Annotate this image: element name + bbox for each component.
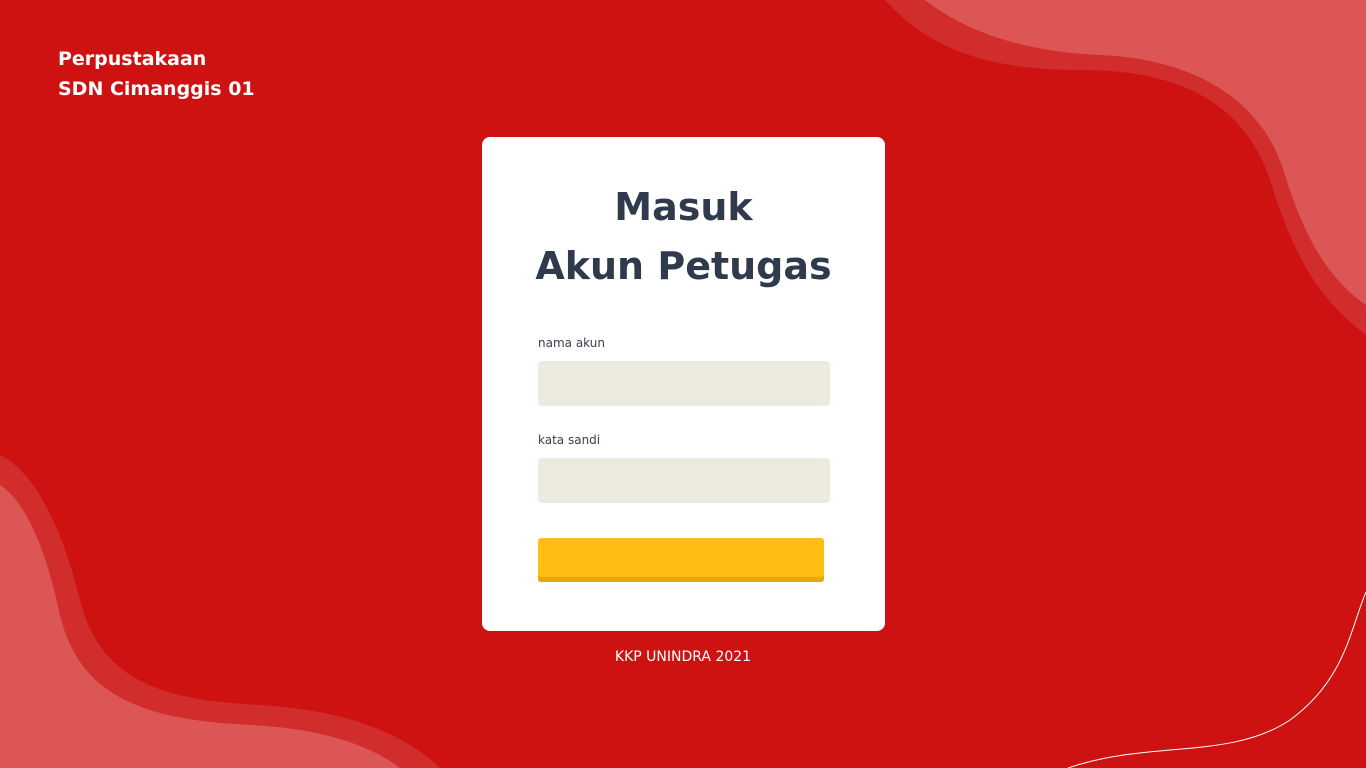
bottom-right-wave-line (1067, 591, 1366, 768)
username-label: nama akun (538, 336, 605, 350)
login-card: Masuk Akun Petugas nama akun kata sandi (482, 137, 885, 631)
login-title-line-1: Masuk (614, 185, 753, 229)
login-title-line-2: Akun Petugas (535, 244, 832, 288)
username-field[interactable] (538, 361, 830, 406)
brand-line-1: Perpustakaan (58, 48, 207, 70)
password-label: kata sandi (538, 433, 601, 447)
brand-title: Perpustakaan SDN Cimanggis 01 (58, 44, 255, 104)
footer-credit: KKP UNINDRA 2021 (614, 649, 752, 665)
brand-line-2: SDN Cimanggis 01 (58, 78, 255, 100)
login-title: Masuk Akun Petugas (482, 178, 885, 296)
password-field[interactable] (538, 458, 830, 503)
login-button[interactable] (538, 538, 824, 582)
